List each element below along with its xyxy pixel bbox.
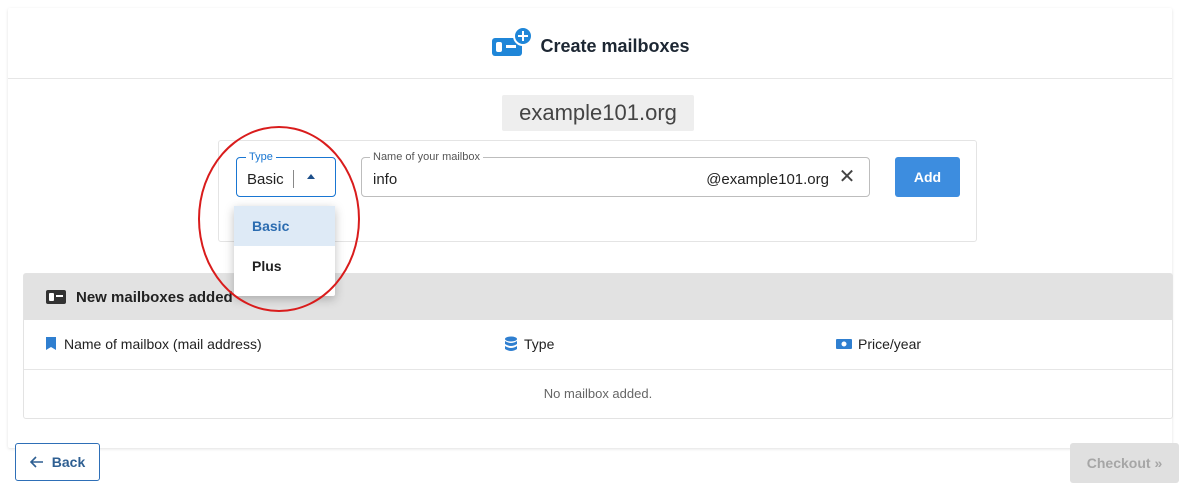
add-button[interactable]: Add <box>895 157 960 197</box>
page-title: Create mailboxes <box>540 35 690 56</box>
page-header: Create mailboxes <box>8 8 1172 79</box>
arrow-left-icon <box>29 456 44 468</box>
bookmark-icon <box>44 336 58 352</box>
type-select[interactable]: Type Basic <box>236 150 336 197</box>
back-button[interactable]: Back <box>15 443 100 481</box>
domain-suffix: @example101.org <box>706 171 829 188</box>
column-price[interactable]: Price/year <box>836 336 921 352</box>
mailbox-name-field[interactable]: Name of your mailbox info @example101.or… <box>361 150 870 197</box>
type-dropdown-menu: Basic Plus <box>234 206 335 296</box>
mailbox-icon <box>46 289 66 305</box>
type-field-label: Type <box>246 150 276 164</box>
name-field-label: Name of your mailbox <box>370 150 483 164</box>
table-column-headers: Name of mailbox (mail address) Type Pric… <box>24 320 1172 370</box>
type-option-plus[interactable]: Plus <box>234 246 335 286</box>
column-mailbox-name[interactable]: Name of mailbox (mail address) <box>44 336 262 352</box>
column-price-label: Price/year <box>858 336 922 352</box>
caret-up-icon[interactable] <box>307 174 315 179</box>
money-icon <box>836 338 852 350</box>
table-title: New mailboxes added <box>76 288 233 306</box>
type-divider <box>293 170 294 188</box>
type-select-value: Basic <box>247 171 284 188</box>
back-button-label: Back <box>51 454 86 470</box>
checkout-button[interactable]: Checkout » <box>1070 443 1179 483</box>
database-icon <box>504 336 518 352</box>
mailbox-name-input[interactable]: info <box>373 171 397 188</box>
table-header-bar: New mailboxes added <box>24 274 1172 320</box>
column-type-label: Type <box>524 336 555 352</box>
add-mailbox-icon <box>490 26 533 60</box>
empty-table-message: No mailbox added. <box>543 386 653 401</box>
column-mailbox-name-label: Name of mailbox (mail address) <box>64 336 262 352</box>
type-option-basic[interactable]: Basic <box>234 206 335 246</box>
clear-icon[interactable]: ✕ <box>837 167 857 187</box>
new-mailboxes-table: New mailboxes added Name of mailbox (mai… <box>23 273 1173 419</box>
domain-badge: example101.org <box>502 95 694 131</box>
column-type[interactable]: Type <box>504 336 554 352</box>
